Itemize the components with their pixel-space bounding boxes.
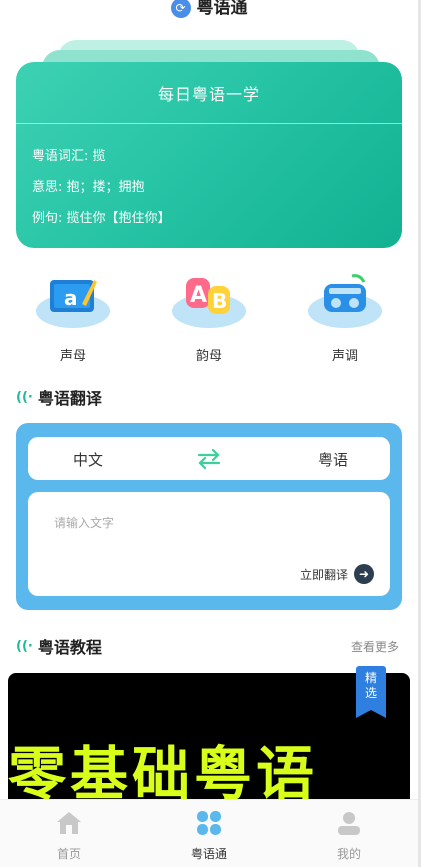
tab-mine[interactable]: 我的	[309, 810, 389, 862]
svg-text:a: a	[64, 286, 78, 310]
daily-lesson-card[interactable]: 每日粤语一学 粤语词汇: 揽 意思: 抱；搂；拥抱 例句: 揽住你【抱住你】	[16, 62, 402, 248]
bottom-tab-bar: 首页 粤语通 我的	[0, 799, 418, 867]
radio-icon	[324, 274, 366, 312]
svg-text:A: A	[190, 283, 207, 308]
section-title: 粤语翻译	[37, 389, 102, 408]
clover-icon	[197, 811, 221, 835]
translate-input[interactable]: 请输入文字 立即翻译 ➜	[28, 492, 390, 596]
badge-line-1: 精	[364, 671, 377, 685]
tab-label: 我的	[336, 847, 361, 861]
view-more-link[interactable]: 查看更多	[351, 638, 399, 655]
input-placeholder: 请输入文字	[54, 516, 115, 530]
tab-label: 粤语通	[190, 847, 227, 861]
source-language[interactable]: 中文	[73, 449, 103, 470]
category-label: 声母	[59, 349, 86, 364]
translate-panel: 中文 粤语 请输入文字 立即翻译 ➜	[16, 423, 402, 610]
app-header: ⟳ 粤语通	[0, 0, 418, 22]
keyboard-a-icon: a	[50, 280, 97, 312]
category-initials[interactable]: a 声母	[18, 268, 128, 364]
category-label: 韵母	[195, 349, 222, 364]
target-language[interactable]: 粤语	[318, 449, 348, 470]
category-finals[interactable]: A B 韵母	[154, 268, 264, 364]
tab-home[interactable]: 首页	[29, 810, 109, 862]
category-label: 声调	[331, 349, 358, 364]
translate-button-label: 立即翻译	[299, 567, 348, 582]
swap-icon[interactable]	[196, 447, 222, 471]
svg-text:B: B	[212, 289, 227, 313]
tab-label: 首页	[56, 847, 81, 861]
category-tones[interactable]: 声调	[290, 268, 400, 364]
language-selector: 中文 粤语	[28, 437, 390, 480]
home-icon	[57, 812, 81, 834]
daily-example: 例句: 揽住你【抱住你】	[32, 211, 171, 226]
badge-line-2: 选	[364, 686, 377, 700]
sound-wave-icon: ((·	[16, 389, 33, 405]
daily-card-title: 每日粤语一学	[16, 62, 402, 124]
translate-button[interactable]: 立即翻译 ➜	[300, 564, 374, 584]
app-title: 粤语通	[196, 0, 248, 18]
app-logo-icon: ⟳	[170, 0, 191, 18]
section-title: 粤语教程	[37, 638, 102, 657]
daily-vocab: 粤语词汇: 揽	[32, 149, 106, 164]
arrow-right-icon: ➜	[354, 564, 374, 584]
user-icon	[338, 812, 360, 835]
tab-yueyutong[interactable]: 粤语通	[169, 810, 249, 862]
tutorial-banner[interactable]: 零基础粤语	[8, 673, 410, 799]
banner-text: 零基础粤语	[8, 740, 319, 799]
featured-badge: 精 选	[356, 666, 386, 718]
ab-letters-icon: A B	[186, 278, 230, 314]
sound-wave-icon: ((·	[16, 638, 33, 654]
daily-meaning: 意思: 抱；搂；拥抱	[32, 180, 145, 195]
tutorial-section-header: ((· 粤语教程	[16, 635, 102, 657]
translate-section-header: ((· 粤语翻译	[16, 386, 102, 408]
